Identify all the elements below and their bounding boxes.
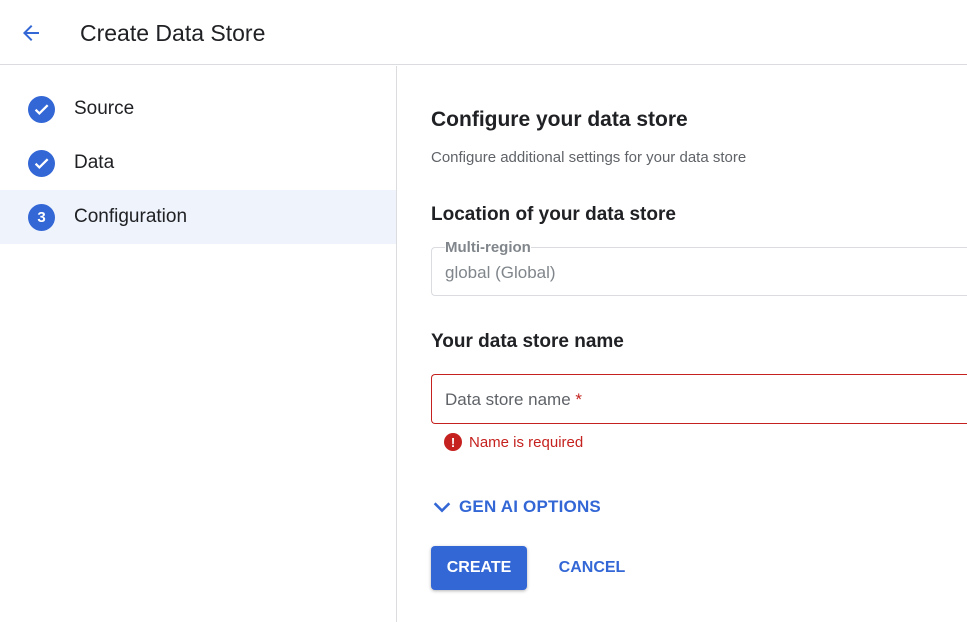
step-complete-badge [28, 95, 55, 123]
gen-ai-options-label: GEN AI OPTIONS [459, 497, 601, 516]
multi-region-label: Multi-region [445, 239, 531, 256]
section-title: Configure your data store [431, 108, 688, 131]
step-configuration[interactable]: 3 Configuration [0, 190, 396, 244]
page-header: Create Data Store [0, 0, 967, 65]
cancel-button[interactable]: CANCEL [544, 546, 640, 590]
stepper-sidebar: Source Data 3 Configuration [0, 66, 397, 622]
chevron-down-icon [433, 502, 451, 513]
section-description: Configure additional settings for your d… [431, 149, 747, 166]
step-number-badge: 3 [28, 203, 55, 231]
step-complete-badge [28, 149, 55, 177]
name-heading: Your data store name [431, 331, 624, 352]
back-button[interactable] [14, 16, 48, 50]
gen-ai-options-toggle[interactable]: GEN AI OPTIONS [431, 496, 601, 518]
step-label: Configuration [74, 206, 188, 227]
page-title: Create Data Store [80, 20, 266, 46]
multi-region-value: global (Global) [445, 263, 556, 282]
name-placeholder: Data store name * [445, 390, 583, 409]
arrow-back-icon [23, 25, 39, 41]
create-button[interactable]: CREATE [431, 546, 527, 590]
required-asterisk: * [575, 390, 583, 409]
step-label: Source [74, 98, 135, 119]
step-label: Data [74, 152, 115, 173]
step-data[interactable]: Data [0, 136, 396, 190]
location-heading: Location of your data store [431, 204, 676, 225]
multi-region-field: Multi-region global (Global) [431, 239, 967, 296]
data-store-name-input[interactable]: Data store name * [431, 374, 967, 424]
name-error: ! Name is required [444, 433, 583, 451]
error-icon: ! [444, 433, 462, 451]
step-source[interactable]: Source [0, 82, 396, 136]
check-icon [34, 103, 49, 115]
check-icon [34, 157, 49, 169]
error-text: Name is required [469, 433, 584, 451]
